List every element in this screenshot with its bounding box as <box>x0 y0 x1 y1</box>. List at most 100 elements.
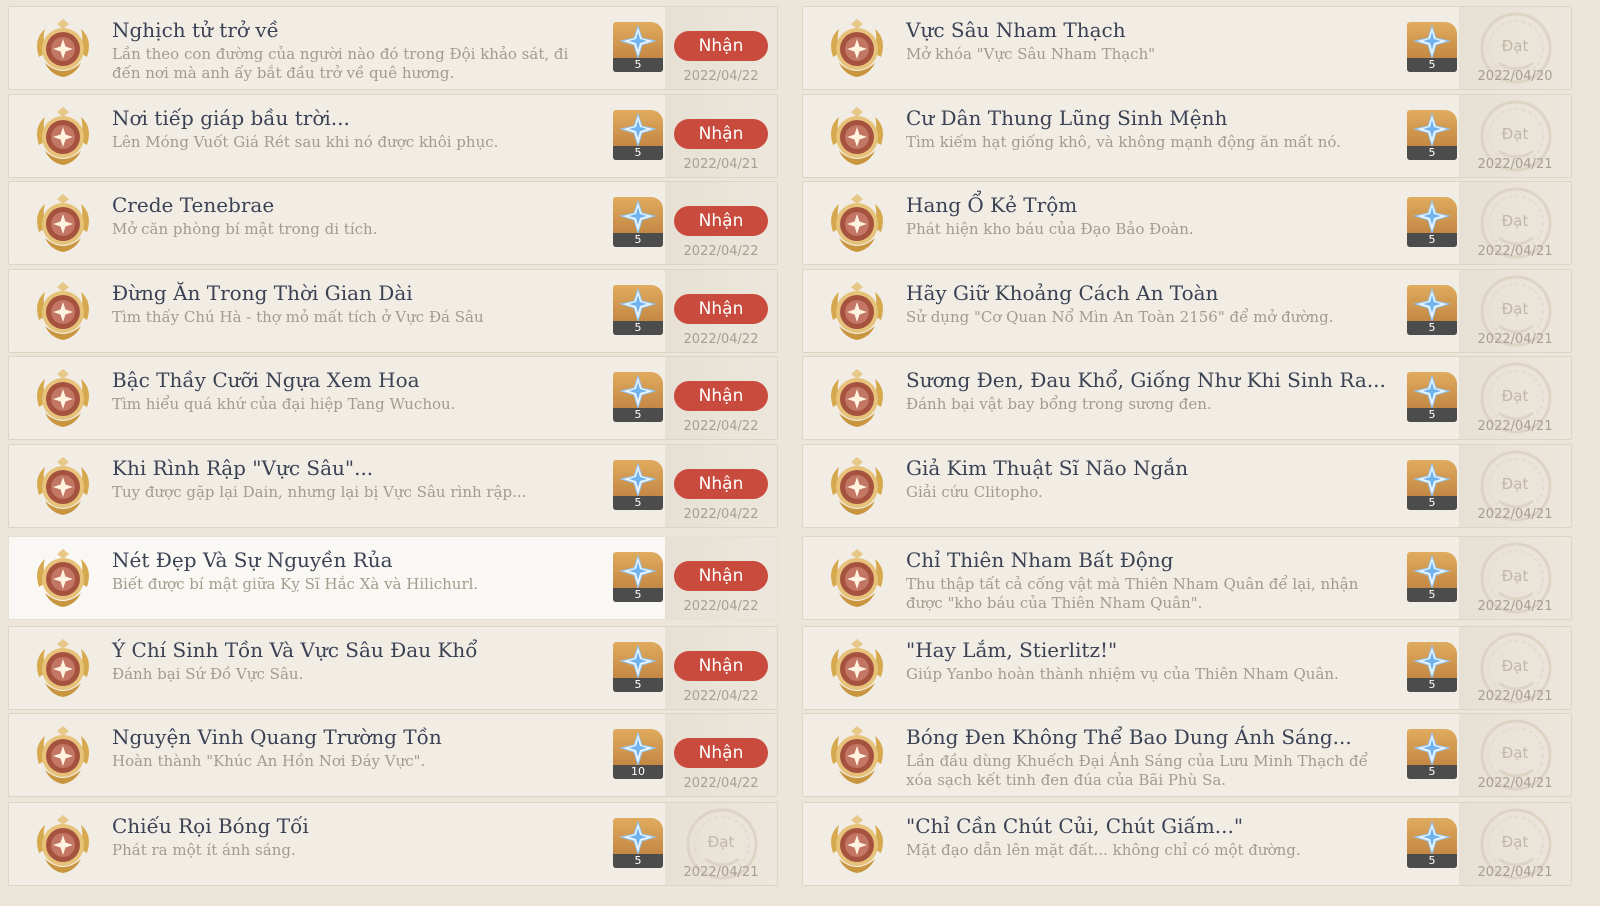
completion-date: 2022/04/21 <box>1477 157 1553 172</box>
achievement-badge-icon <box>825 813 889 877</box>
reward-count: 5 <box>613 146 663 160</box>
reward-count: 5 <box>1407 765 1457 779</box>
primogem-icon <box>1413 820 1451 856</box>
achievement-card-right-7: "Hay Lắm, Stierlitz!" Giúp Yanbo hoàn th… <box>802 626 1572 710</box>
achievement-description: Giúp Yanbo hoàn thành nhiệm vụ của Thiên… <box>906 665 1339 683</box>
reward-count: 5 <box>1407 58 1457 72</box>
reward-item: 5 <box>613 642 663 692</box>
completed-label: Đạt <box>1501 37 1529 55</box>
completion-date: 2022/04/22 <box>683 689 759 704</box>
completion-date: 2022/04/22 <box>683 244 759 259</box>
status-panel: Đạt 2022/04/21 <box>1459 803 1571 885</box>
achievement-description: Lên Móng Vuốt Giá Rét sau khi nó được kh… <box>112 133 499 151</box>
completed-label: Đạt <box>1501 125 1529 143</box>
achievement-description: Thu thập tất cả cống vật mà Thiên Nham Q… <box>906 575 1359 612</box>
achievement-badge-icon <box>31 813 95 877</box>
primogem-icon <box>619 112 657 148</box>
achievement-title: "Chỉ Cần Chút Củi, Chút Giấm..." <box>906 814 1244 838</box>
achievement-badge-icon <box>825 192 889 256</box>
completed-label: Đạt <box>1501 744 1529 762</box>
achievement-description: Tìm kiếm hạt giống khô, và không mạnh độ… <box>906 133 1341 151</box>
reward-item: 5 <box>613 285 663 335</box>
achievement-badge-icon <box>31 192 95 256</box>
status-panel: Đạt 2022/04/21 <box>1459 714 1571 796</box>
status-panel: Nhận 2022/04/22 <box>665 714 777 796</box>
achievement-badge-icon <box>31 724 95 788</box>
reward-count: 5 <box>613 496 663 510</box>
reward-count: 5 <box>1407 678 1457 692</box>
primogem-icon <box>1413 462 1451 498</box>
reward-item: 5 <box>1407 642 1457 692</box>
completion-date: 2022/04/21 <box>1477 419 1553 434</box>
completed-label: Đạt <box>707 833 735 851</box>
claim-button[interactable]: Nhận <box>674 119 768 149</box>
claim-button[interactable]: Nhận <box>674 561 768 591</box>
achievement-title: Giả Kim Thuật Sĩ Não Ngắn <box>906 456 1189 480</box>
completion-date: 2022/04/20 <box>1477 69 1553 84</box>
claim-button[interactable]: Nhận <box>674 381 768 411</box>
completed-label: Đạt <box>1501 387 1529 405</box>
achievement-card-right-3: Hãy Giữ Khoảng Cách An Toàn Sử dụng "Cơ … <box>802 269 1572 353</box>
primogem-icon <box>1413 199 1451 235</box>
achievement-badge-icon <box>825 17 889 81</box>
achievement-title: Chỉ Thiên Nham Bất Động <box>906 548 1174 572</box>
achievement-description: Giải cứu Clitopho. <box>906 483 1043 501</box>
completed-label: Đạt <box>1501 212 1529 230</box>
completion-date: 2022/04/21 <box>683 157 759 172</box>
achievement-description: Tìm thấy Chú Hà - thợ mỏ mất tích ở Vực … <box>112 308 484 326</box>
status-panel: Đạt 2022/04/20 <box>1459 7 1571 89</box>
reward-count: 5 <box>613 58 663 72</box>
achievement-card-left-1: Nơi tiếp giáp bầu trời... Lên Móng Vuốt … <box>8 94 778 178</box>
reward-count: 5 <box>613 588 663 602</box>
reward-count: 5 <box>1407 496 1457 510</box>
achievement-title: Nét Đẹp Và Sự Nguyền Rủa <box>112 548 393 572</box>
achievement-card-left-8: Nguyện Vinh Quang Trường Tồn Hoàn thành … <box>8 713 778 797</box>
completion-date: 2022/04/22 <box>683 599 759 614</box>
primogem-icon <box>1413 112 1451 148</box>
status-panel: Đạt 2022/04/21 <box>1459 182 1571 264</box>
claim-button[interactable]: Nhận <box>674 651 768 681</box>
primogem-icon <box>619 462 657 498</box>
primogem-icon <box>1413 644 1451 680</box>
reward-count: 5 <box>613 854 663 868</box>
achievement-badge-icon <box>825 105 889 169</box>
status-panel: Nhận 2022/04/22 <box>665 357 777 439</box>
achievement-description: Hoàn thành "Khúc An Hồn Nơi Đáy Vực". <box>112 752 426 770</box>
achievement-description: Mặt đạo dẫn lên mặt đất... không chỉ có … <box>906 841 1301 859</box>
claim-button[interactable]: Nhận <box>674 469 768 499</box>
completion-date: 2022/04/21 <box>1477 244 1553 259</box>
achievement-title: Đừng Ăn Trong Thời Gian Dài <box>112 281 413 305</box>
claim-button[interactable]: Nhận <box>674 738 768 768</box>
reward-count: 5 <box>613 678 663 692</box>
reward-item: 5 <box>1407 552 1457 602</box>
reward-item: 5 <box>613 818 663 868</box>
achievement-card-right-6: Chỉ Thiên Nham Bất Động Thu thập tất cả … <box>802 536 1572 620</box>
completion-date: 2022/04/22 <box>683 419 759 434</box>
completion-date: 2022/04/21 <box>1477 332 1553 347</box>
claim-button[interactable]: Nhận <box>674 31 768 61</box>
achievement-badge-icon <box>825 724 889 788</box>
achievement-badge-icon <box>825 280 889 344</box>
status-panel: Đạt 2022/04/21 <box>665 803 777 885</box>
claim-button[interactable]: Nhận <box>674 206 768 236</box>
completion-date: 2022/04/21 <box>1477 865 1553 880</box>
claim-button[interactable]: Nhận <box>674 294 768 324</box>
reward-item: 5 <box>613 552 663 602</box>
achievement-card-right-9: "Chỉ Cần Chút Củi, Chút Giấm..." Mặt đạo… <box>802 802 1572 886</box>
primogem-icon <box>1413 374 1451 410</box>
reward-item: 5 <box>613 197 663 247</box>
primogem-icon <box>619 731 657 767</box>
completion-date: 2022/04/22 <box>683 507 759 522</box>
completion-date: 2022/04/21 <box>1477 776 1553 791</box>
status-panel: Nhận 2022/04/22 <box>665 627 777 709</box>
completed-label: Đạt <box>1501 475 1529 493</box>
completion-date: 2022/04/22 <box>683 332 759 347</box>
status-panel: Đạt 2022/04/21 <box>1459 95 1571 177</box>
achievement-badge-icon <box>31 637 95 701</box>
completion-date: 2022/04/22 <box>683 776 759 791</box>
achievement-description: Phát hiện kho báu của Đạo Bảo Đoàn. <box>906 220 1194 238</box>
reward-item: 5 <box>613 460 663 510</box>
achievement-description: Đánh bại vật bay bổng trong sương đen. <box>906 395 1212 413</box>
achievement-card-right-1: Cư Dân Thung Lũng Sinh Mệnh Tìm kiếm hạt… <box>802 94 1572 178</box>
reward-count: 10 <box>613 765 663 779</box>
